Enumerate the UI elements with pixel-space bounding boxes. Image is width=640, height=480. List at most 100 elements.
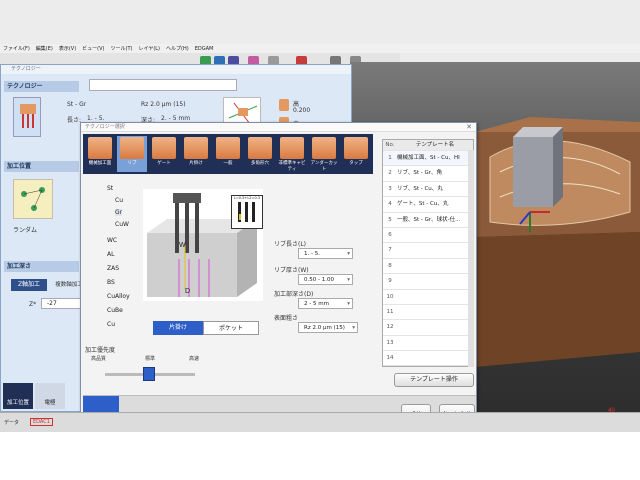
template-row[interactable]: 9 [383,274,473,290]
technology-dialog: テクノロジー選択 ✕ 機械加工面 リブ ゲート 片掛け 一般 多角形穴 非標準キ… [80,122,477,432]
template-row[interactable]: 8 [383,259,473,275]
priority-label: 加工優先度 [85,347,116,354]
template-row[interactable]: 5 一般、St - Gr、球状-仕... [383,213,473,228]
template-row-no: 1 [388,155,392,161]
template-row-name: リブ、St - Cu、丸 [397,185,443,192]
template-row-no: 4 [388,201,392,208]
menu-file[interactable]: ファイル(F) [3,45,30,52]
material-al[interactable]: AL [107,251,114,258]
ribbon-nonstandard-cavity[interactable]: 非標準キャビティ [277,136,307,172]
template-ops-button[interactable]: テンプレート操作 [394,373,474,387]
template-row-name [397,305,473,319]
template-row[interactable]: 13 [383,336,473,352]
template-row[interactable]: 10 [383,290,473,305]
menu-view[interactable]: ビュー(V) [82,45,104,52]
template-row-name [397,274,473,288]
menu-bar: ファイル(F) 編集(E) 表示(V) ビュー(V) ツール(T) レイヤ(L)… [0,44,640,53]
menu-edgam[interactable]: EDGAM [195,46,214,52]
template-row-name [397,290,473,304]
material-st[interactable]: St [107,185,113,192]
ribbon-machined-face[interactable]: 機械加工面 [85,136,115,172]
template-row[interactable]: 6 [383,228,473,244]
ribbon-gate[interactable]: ゲート [149,136,179,172]
template-row[interactable]: 11 [383,305,473,321]
material-cuw[interactable]: CuW [115,221,129,228]
material-cu2[interactable]: Cu [107,321,115,328]
template-row-no: 3 [388,185,392,192]
tab-position[interactable]: 加工位置 [3,383,33,409]
template-row-name [397,228,473,242]
template-row-no: 7 [388,247,392,254]
template-row-no: 14 [386,355,394,362]
template-row-name: リブ、St - Gr、角 [397,170,442,177]
tech-depth-value: 2. - 5 mm [161,115,191,122]
ribbon-one-side[interactable]: 片掛け [181,136,211,172]
template-row-no: 6 [388,231,392,238]
depth-select[interactable]: 2 - 5 mm [298,298,353,309]
menu-help[interactable]: ヘルプ(H) [166,45,189,52]
z-label: Z* [29,301,37,308]
svg-text:W: W [179,242,186,249]
template-row[interactable]: 2 リブ、St - Gr、角 [383,166,473,182]
tab-z-axis[interactable]: Z軸加工 [11,279,47,291]
ribbon-tap[interactable]: タップ [341,136,371,172]
priority-slider-thumb[interactable] [143,367,155,381]
template-row-name [397,320,473,334]
template-row[interactable]: 7 [383,243,473,259]
tech-material: St - Gr [67,101,87,108]
menu-tools[interactable]: ツール(T) [111,45,133,52]
template-row[interactable]: 14 [383,351,473,367]
dialog-title: テクノロジー選択 [81,123,476,132]
template-row-no: 8 [388,262,392,269]
template-row-no: 12 [386,324,394,331]
menu-edit[interactable]: 編集(E) [36,45,53,52]
ribbon-polygon-hole[interactable]: 多角形穴 [245,136,275,172]
material-gr[interactable]: Gr [115,209,123,216]
svg-text:D: D [185,288,190,295]
material-bs[interactable]: BS [107,279,115,286]
material-cu[interactable]: Cu [115,197,123,204]
rib-tech-icon[interactable] [13,97,41,137]
template-row-no: 2 [388,170,392,177]
close-icon[interactable]: ✕ [466,123,472,131]
template-row[interactable]: 4 ゲート、St - Cu、丸 [383,197,473,213]
template-row[interactable]: 12 [383,320,473,336]
menu-layer[interactable]: レイヤ(L) [138,45,160,52]
ribbon-undercut[interactable]: アンダーカット [309,136,339,172]
tech-length-value: 1. - 5. [87,115,105,122]
template-row-name: 機械加工面、St - Cu、HI [397,155,460,161]
technology-window-title: テクノロジー [1,65,351,74]
ribbon-general[interactable]: 一般 [213,136,243,172]
surface-select[interactable]: Rz 2.0 μm (15) [298,322,358,333]
rib-length-select[interactable]: 1. - 5. [298,248,353,259]
rib-thick-select[interactable]: 0.50 - 1.00 [298,274,353,285]
technology-dropdown[interactable] [89,79,237,91]
desktop-area [0,432,640,480]
template-row-no: 13 [386,339,394,346]
template-row-no: 11 [386,308,394,315]
priority-speed: 高速 [189,356,200,362]
template-row[interactable]: 1 機械加工面、St - Cu、HI [383,151,473,167]
position-random-icon[interactable] [13,179,53,219]
template-row[interactable]: 3 リブ、St - Cu、丸 [383,182,473,198]
material-wc[interactable]: WC [107,237,117,244]
material-cube[interactable]: CuBe [107,307,123,314]
material-zas[interactable]: ZAS [107,265,119,272]
z-input[interactable]: -27 [41,298,81,309]
tab-electrode[interactable]: 電極 [35,383,65,409]
template-scrollbar[interactable] [468,150,474,367]
electrode-high-icon [279,99,289,111]
right-label-value: 0.200 [293,107,311,114]
template-row-no: 9 [388,278,392,285]
mode-one-side[interactable]: 片掛け [153,321,203,335]
mode-pocket[interactable]: ポケット [203,321,259,335]
rib-thick-label: リブ厚さ(W) [274,267,309,274]
material-cualloy[interactable]: CuAlloy [107,293,130,300]
template-row-no: 10 [386,293,394,300]
position-mode: ランダム [13,227,38,234]
status-ref: EDAC1 [30,418,53,426]
menu-display[interactable]: 表示(V) [59,45,76,52]
ribbon-rib[interactable]: リブ [117,136,147,172]
template-row-no: 5 [388,216,392,223]
template-row-name [397,243,473,257]
